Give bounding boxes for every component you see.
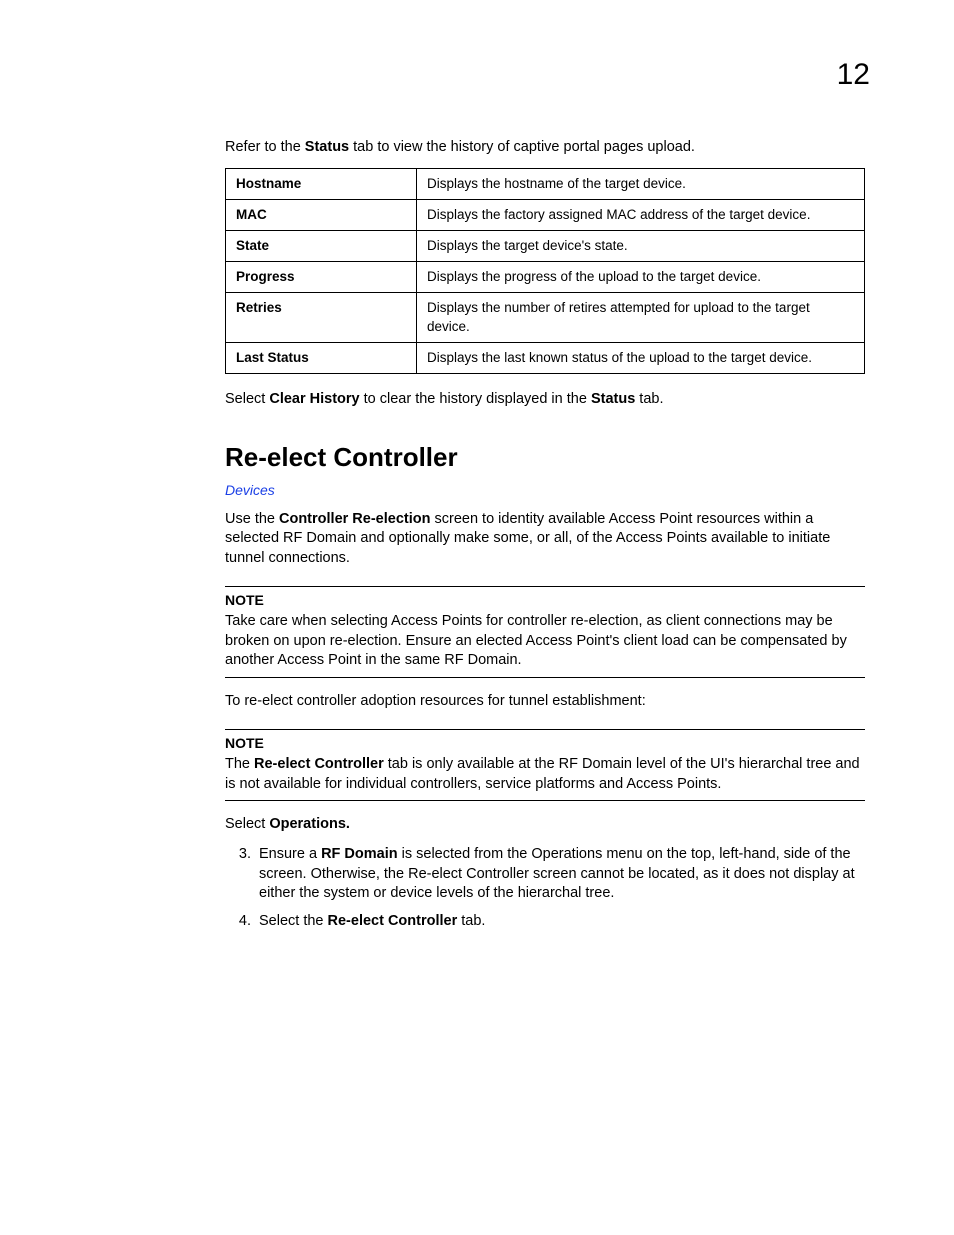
text: Use the: [225, 511, 279, 527]
step-item: Select the Re-elect Controller tab.: [255, 912, 865, 932]
text: tab to view the history of captive porta…: [349, 139, 695, 155]
controller-reelection-ref: Controller Re-election: [279, 511, 430, 527]
rf-domain-ref: RF Domain: [321, 846, 398, 862]
table-key: State: [226, 231, 417, 262]
table-value: Displays the factory assigned MAC addres…: [417, 199, 865, 230]
clear-history-ref: Clear History: [269, 391, 359, 407]
page-number: 12: [837, 58, 870, 92]
status-tab-ref: Status: [305, 139, 349, 155]
text: Refer to the: [225, 139, 305, 155]
steps-list: Ensure a RF Domain is selected from the …: [225, 845, 865, 931]
text: Select: [225, 391, 269, 407]
table-value: Displays the last known status of the up…: [417, 342, 865, 373]
text: tab.: [635, 391, 663, 407]
table-value: Displays the progress of the upload to t…: [417, 262, 865, 293]
text: The: [225, 756, 254, 772]
note-label: NOTE: [225, 734, 865, 753]
note-block: NOTE Take care when selecting Access Poi…: [225, 586, 865, 678]
text: Select: [225, 816, 269, 832]
table-row: Last Status Displays the last known stat…: [226, 342, 865, 373]
text: Select the: [259, 913, 328, 929]
intro-paragraph: Refer to the Status tab to view the hist…: [225, 138, 865, 158]
operations-ref: Operations.: [269, 816, 350, 832]
table-key: Last Status: [226, 342, 417, 373]
reelect-controller-ref: Re-elect Controller: [254, 756, 384, 772]
step-item: Ensure a RF Domain is selected from the …: [255, 845, 865, 904]
table-key: Progress: [226, 262, 417, 293]
document-page: 12 Refer to the Status tab to view the h…: [0, 0, 954, 1235]
table-value: Displays the target device's state.: [417, 231, 865, 262]
table-row: Hostname Displays the hostname of the ta…: [226, 168, 865, 199]
table-row: State Displays the target device's state…: [226, 231, 865, 262]
section-heading: Re-elect Controller: [225, 440, 865, 475]
table-key: MAC: [226, 199, 417, 230]
note-block: NOTE The Re-elect Controller tab is only…: [225, 729, 865, 801]
text: to clear the history displayed in the: [360, 391, 591, 407]
table-value: Displays the hostname of the target devi…: [417, 168, 865, 199]
section-intro-paragraph: Use the Controller Re-election screen to…: [225, 510, 865, 569]
table-row: Retries Displays the number of retires a…: [226, 293, 865, 342]
text: tab.: [457, 913, 485, 929]
clear-history-paragraph: Select Clear History to clear the histor…: [225, 390, 865, 410]
table-row: Progress Displays the progress of the up…: [226, 262, 865, 293]
reelect-controller-ref: Re-elect Controller: [328, 913, 458, 929]
table-key: Hostname: [226, 168, 417, 199]
devices-link[interactable]: Devices: [225, 481, 865, 500]
note-text: The Re-elect Controller tab is only avai…: [225, 755, 865, 794]
mid-paragraph: To re-elect controller adoption resource…: [225, 692, 865, 712]
select-operations-paragraph: Select Operations.: [225, 815, 865, 835]
table-value: Displays the number of retires attempted…: [417, 293, 865, 342]
text: Ensure a: [259, 846, 321, 862]
note-text: Take care when selecting Access Points f…: [225, 612, 865, 671]
table-row: MAC Displays the factory assigned MAC ad…: [226, 199, 865, 230]
status-fields-table: Hostname Displays the hostname of the ta…: [225, 168, 865, 375]
status-tab-ref: Status: [591, 391, 635, 407]
note-label: NOTE: [225, 591, 865, 610]
page-content: Refer to the Status tab to view the hist…: [225, 138, 865, 939]
table-key: Retries: [226, 293, 417, 342]
